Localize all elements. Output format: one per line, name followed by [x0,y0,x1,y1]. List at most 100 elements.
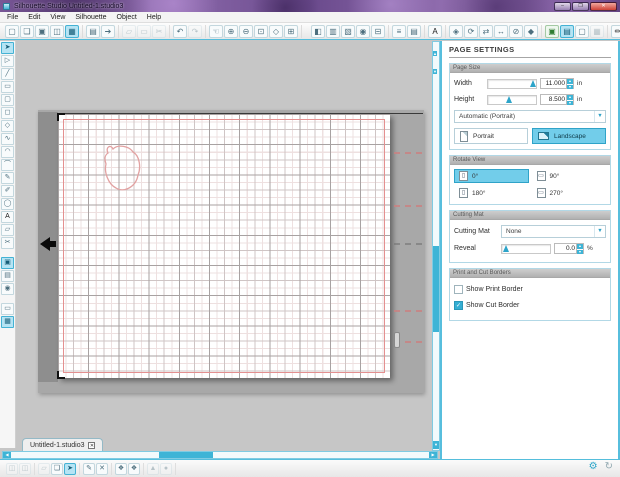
ungroup-icon[interactable]: ◫ [19,462,31,475]
preview-icon[interactable]: ▭ [1,303,14,315]
grid-settings-icon[interactable]: ▢ [575,24,589,38]
width-input[interactable]: 11.000 ▲ ▼ [540,78,574,89]
rotate-90-button[interactable]: ▭ 90° [532,169,607,183]
fill-color-icon[interactable]: ◧ [311,24,325,38]
tab-close-icon[interactable]: ✕ [88,441,96,449]
reveal-slider[interactable] [501,243,551,254]
menu-item[interactable]: File [2,14,23,21]
scroll-down-icon[interactable]: ▼ [433,69,437,74]
chevron-down-icon[interactable]: ▼ [594,226,605,237]
page[interactable] [58,114,390,378]
portrait-button[interactable]: Portrait [454,128,528,144]
scroll-up-icon[interactable]: ▲ [433,51,437,56]
vertical-scroll-thumb[interactable] [433,246,439,332]
design-view-icon[interactable]: ▣ [1,257,14,269]
minimize-button[interactable]: – [554,1,571,11]
copy-icon[interactable]: ▱ [122,24,136,38]
print-icon[interactable]: ▤ [86,24,100,38]
modify-icon[interactable]: ⊘ [509,24,523,38]
reveal-stepper[interactable]: ▲ ▼ [576,244,583,254]
menu-item[interactable]: Edit [23,14,45,21]
library-icon[interactable]: ▦ [65,24,79,38]
mirror-icon[interactable]: ↔ [494,24,508,38]
horizontal-scroll-thumb[interactable] [159,452,213,458]
zoom-out-icon[interactable]: ⊖ [239,24,253,38]
maximize-button[interactable]: ❐ [572,1,589,11]
width-stepper[interactable]: ▲ ▼ [566,79,573,89]
curve-shape-tool-icon[interactable]: ⌒ [1,159,14,171]
rotate-180-button[interactable]: ▯ 180° [454,186,529,200]
polygon-tool-icon[interactable]: ◇ [1,120,14,132]
undo-icon[interactable]: ↶ [173,24,187,38]
arc-tool-icon[interactable]: ◠ [1,146,14,158]
canvas-workspace[interactable] [17,41,432,437]
rotate-0-button[interactable]: ▯ 0° [454,169,529,183]
scroll-right-icon[interactable]: ▶ [429,452,437,458]
library-view-icon[interactable]: ▤ [1,270,14,282]
reveal-input[interactable]: 0.0 ▲ ▼ [554,243,584,254]
open-icon[interactable]: ❏ [20,24,34,38]
align-icon[interactable]: ≡ [392,24,406,38]
width-slider[interactable] [487,78,537,89]
group-icon[interactable]: ◫ [6,462,18,475]
show-cut-border-checkbox[interactable]: ✓ [454,301,463,310]
paste-icon[interactable]: ▭ [137,24,151,38]
line-style-icon[interactable]: ▧ [341,24,355,38]
registration-marks-icon[interactable]: ▦ [590,24,604,38]
eraser-tool-icon[interactable]: ✂ [1,237,14,249]
pan-icon[interactable]: ☜ [209,24,223,38]
scroll-down-icon[interactable]: ▼ [433,441,439,449]
trace-icon[interactable]: ▣ [545,24,559,38]
opacity-icon[interactable]: ◉ [356,24,370,38]
zoom-selection-icon[interactable]: ⊡ [254,24,268,38]
scroll-left-icon[interactable]: ◀ [3,452,11,458]
drag-zoom-icon[interactable]: ◇ [269,24,283,38]
menu-item[interactable]: Object [112,14,142,21]
new-document-icon[interactable]: ▢ [5,24,19,38]
rotate-icon[interactable]: ⟳ [464,24,478,38]
width-value[interactable]: 11.000 [541,79,566,88]
gear-icon[interactable]: ⚙ [589,461,598,472]
reveal-value[interactable]: 0.0 [555,244,576,253]
page-size-dropdown[interactable]: Automatic (Portrait) ▼ [454,110,606,123]
menu-item[interactable]: Silhouette [70,14,111,21]
drawn-shape[interactable] [100,142,146,198]
rounded-rectangle-tool-icon[interactable]: ▢ [1,94,14,106]
smooth-draw-tool-icon[interactable]: ✐ [1,185,14,197]
chevron-down-icon[interactable]: ▼ [594,111,605,122]
height-input[interactable]: 8.500 ▲ ▼ [540,94,574,105]
landscape-button[interactable]: Landscape [532,128,606,144]
send-to-back-icon[interactable]: ● [160,462,172,475]
delete-icon[interactable]: ✕ [96,462,108,475]
select-tool-icon[interactable]: ➤ [1,42,14,54]
distribute-icon[interactable]: ▤ [407,24,421,38]
note-tool-icon[interactable]: ▱ [1,224,14,236]
line-color-icon[interactable]: ▥ [326,24,340,38]
height-stepper[interactable]: ▲ ▼ [566,95,573,105]
bring-to-front-icon[interactable]: ▲ [147,462,159,475]
page-settings-icon[interactable]: ▤ [560,24,574,38]
ellipse-tool-icon[interactable]: ◯ [1,198,14,210]
zoom-in-icon[interactable]: ⊕ [224,24,238,38]
cut-settings-icon[interactable]: ✏ [611,24,620,38]
rotate-270-button[interactable]: ▭ 270° [532,186,607,200]
cut-icon[interactable]: ✂ [152,24,166,38]
copy-selection-icon[interactable]: ▱ [38,462,50,475]
line-tool-icon[interactable]: ╱ [1,68,14,80]
select-all-icon[interactable]: ➤ [64,462,76,475]
redo-icon[interactable]: ↷ [188,24,202,38]
show-print-border-checkbox[interactable] [454,285,463,294]
store-view-icon[interactable]: ◉ [1,283,14,295]
cutting-mat-dropdown[interactable]: None ▼ [501,225,606,238]
mat-preview-icon[interactable]: ▦ [1,316,14,328]
weld-icon[interactable]: ❖ [115,462,127,475]
send-to-silhouette-icon[interactable]: ➔ [101,24,115,38]
text-style-icon[interactable]: A [428,24,442,38]
menu-item[interactable]: Help [142,14,166,21]
menu-item[interactable]: View [45,14,70,21]
refresh-icon[interactable]: ↻ [605,461,613,472]
document-tab[interactable]: Untitled-1.studio3 ✕ [22,438,104,451]
replicate-icon[interactable]: ⇄ [479,24,493,38]
text-tool-icon[interactable]: A [1,211,14,223]
rectangle-tool-icon[interactable]: ▭ [1,81,14,93]
